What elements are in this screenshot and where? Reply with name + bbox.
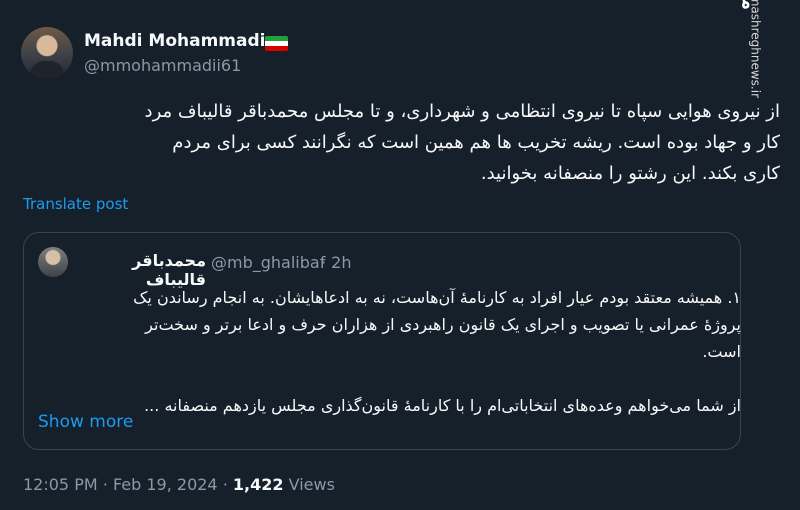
- views-label: Views: [288, 475, 335, 494]
- quoted-author-handle[interactable]: @mb_ghalibaf: [211, 253, 325, 272]
- views-count: 1,422: [232, 475, 284, 494]
- watermark-url: mashreghnews.ir: [748, 0, 762, 98]
- post-line: کاری بکند. این رشتو را منصفانه بخوانید.: [480, 163, 780, 184]
- post-date[interactable]: Feb 19, 2024: [113, 475, 218, 494]
- post-line: کار و جهاد بوده است. ریشه تخریب ها هم هم…: [172, 132, 780, 153]
- quoted-line: پروژهٔ عمرانی یا تصویب و اجرای یک قانون …: [145, 315, 741, 334]
- quoted-line: است.: [702, 342, 741, 361]
- quoted-post-text: ۱. همیشه معتقد بودم عیار افراد به کارنام…: [51, 284, 741, 419]
- post-text: از نیروی هوایی سپاه تا نیروی انتظامی و ش…: [30, 96, 780, 189]
- author-name[interactable]: Mahdi Mohammadi: [84, 31, 265, 51]
- post-time[interactable]: 12:05 PM: [23, 475, 98, 494]
- quoted-line: از شما می‌خواهم وعده‌های انتخاباتی‌ام را…: [144, 396, 741, 415]
- post-line: از نیروی هوایی سپاه تا نیروی انتظامی و ش…: [144, 101, 780, 122]
- quoted-line: [51, 365, 741, 392]
- quoted-post-time[interactable]: · 2h: [321, 253, 352, 272]
- quoted-author-avatar[interactable]: [38, 247, 68, 277]
- iran-flag-icon: [265, 36, 288, 51]
- author-avatar[interactable]: [21, 27, 73, 79]
- quoted-line: ۱. همیشه معتقد بودم عیار افراد به کارنام…: [133, 288, 741, 307]
- post-meta: 12:05 PM · Feb 19, 2024 · 1,422 Views: [23, 475, 335, 494]
- translate-post-link[interactable]: Translate post: [23, 195, 128, 213]
- show-more-link[interactable]: Show more: [38, 412, 133, 432]
- meta-separator: ·: [222, 475, 228, 494]
- meta-separator: ·: [102, 475, 108, 494]
- flag-stripe-red: [265, 46, 288, 51]
- author-handle[interactable]: @mmohammadii61: [84, 56, 241, 75]
